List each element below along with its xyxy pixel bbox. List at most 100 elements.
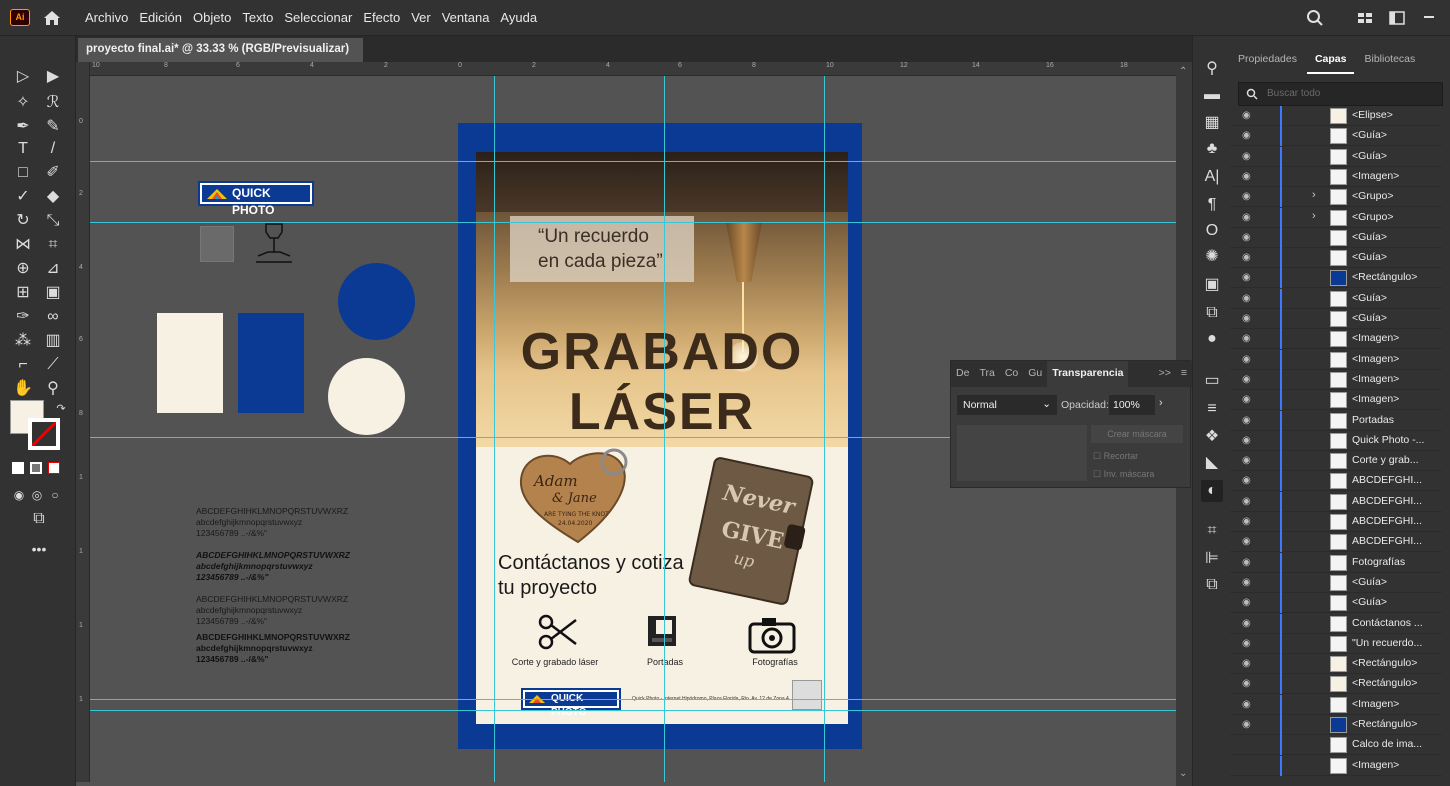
swap-colors-icon[interactable]: ↷: [50, 398, 72, 420]
type-tool-icon[interactable]: T: [12, 138, 34, 160]
layer-row[interactable]: ◉ <Rectángulo>: [1230, 268, 1442, 289]
tab-bibliotecas[interactable]: Bibliotecas: [1356, 44, 1423, 74]
transparency-panel-icon[interactable]: ◐: [1201, 480, 1223, 502]
layer-row[interactable]: ◉ <Guía>: [1230, 126, 1442, 147]
layer-row[interactable]: ◉ <Imagen>: [1230, 369, 1442, 390]
menu-archivo[interactable]: Archivo: [85, 10, 128, 25]
guide-horizontal[interactable]: [90, 710, 1176, 711]
symbols-icon[interactable]: ♣: [1201, 138, 1223, 160]
guide-vertical[interactable]: [824, 76, 825, 782]
width-tool-icon[interactable]: ⋈: [12, 234, 34, 256]
guide-horizontal[interactable]: [90, 222, 1176, 223]
screen-mode-icon[interactable]: ⧉: [28, 508, 50, 530]
symbol-sprayer-tool-icon[interactable]: ⁂: [12, 330, 34, 352]
laser-engraving-icon[interactable]: [252, 222, 296, 266]
pen-tool-icon[interactable]: ✒: [12, 116, 34, 138]
layer-row[interactable]: ◉ <Elipse>: [1230, 106, 1442, 126]
title-laser[interactable]: LÁSER: [476, 382, 848, 442]
scissors-icon[interactable]: [538, 614, 578, 650]
visibility-eye-icon[interactable]: ◉: [1242, 475, 1253, 486]
curvature-tool-icon[interactable]: ✎: [42, 116, 64, 138]
column-graph-tool-icon[interactable]: ▥: [42, 330, 64, 352]
tab-de[interactable]: De: [951, 361, 974, 387]
visibility-eye-icon[interactable]: ◉: [1242, 110, 1253, 121]
visibility-eye-icon[interactable]: ◉: [1242, 151, 1253, 162]
layer-row[interactable]: ◉ <Imagen>: [1230, 390, 1442, 411]
blend-mode-select[interactable]: Normal ⌄: [957, 395, 1057, 415]
expand-chevron-icon[interactable]: ›: [1312, 210, 1316, 222]
links-icon[interactable]: ⧉: [1201, 302, 1223, 324]
gradient-mode-icon[interactable]: [30, 462, 42, 474]
opacity-arrow-icon[interactable]: ›: [1159, 397, 1163, 409]
visibility-eye-icon[interactable]: ◉: [1242, 557, 1253, 568]
layer-row[interactable]: ◉ <Rectángulo>: [1230, 674, 1442, 695]
magic-wand-tool-icon[interactable]: ✧: [12, 92, 34, 114]
expand-chevron-icon[interactable]: ›: [1312, 189, 1316, 201]
visibility-eye-icon[interactable]: ◉: [1242, 313, 1253, 324]
layer-row[interactable]: ◉ › <Grupo>: [1230, 207, 1442, 228]
menu-ayuda[interactable]: Ayuda: [500, 10, 537, 25]
swatch-blue-circle[interactable]: [338, 263, 415, 340]
visibility-eye-icon[interactable]: ◉: [1242, 333, 1253, 344]
visibility-eye-icon[interactable]: ◉: [1242, 130, 1253, 141]
character-icon[interactable]: A|: [1201, 166, 1223, 188]
book-cover-icon[interactable]: [646, 614, 678, 648]
scroll-up-icon[interactable]: ⌃: [1179, 66, 1187, 77]
guide-vertical[interactable]: [494, 76, 495, 782]
type-specimen-bold[interactable]: ABCDEFGHIHKLMNOPQRSTUVWXRZ abcdefghijkmn…: [196, 632, 350, 665]
layer-row[interactable]: ◉ Portadas: [1230, 410, 1442, 431]
direct-selection-tool-icon[interactable]: ▶: [42, 66, 64, 88]
layer-row[interactable]: ◉ <Rectángulo>: [1230, 654, 1442, 675]
layer-row[interactable]: ◉ Quick Photo -...: [1230, 430, 1442, 451]
layer-row[interactable]: ◉ "Un recuerdo...: [1230, 633, 1442, 654]
vertical-ruler[interactable]: 0 2 4 6 8 1 1 1 1: [76, 62, 90, 782]
zoom-tool-icon[interactable]: ⚲: [42, 378, 64, 400]
appearance-icon[interactable]: ✺: [1201, 246, 1223, 268]
hand-tool-icon[interactable]: ✋: [12, 378, 34, 400]
menu-objeto[interactable]: Objeto: [193, 10, 231, 25]
visibility-eye-icon[interactable]: ◉: [1242, 516, 1253, 527]
align-icon[interactable]: ⊫: [1201, 548, 1223, 570]
rotate-tool-icon[interactable]: ↻: [12, 210, 34, 232]
slice-tool-icon[interactable]: ⟋: [42, 354, 64, 376]
visibility-eye-icon[interactable]: ◉: [1242, 699, 1253, 710]
clip-checkbox[interactable]: ☐ Recortar: [1093, 451, 1138, 462]
home-icon[interactable]: [42, 8, 62, 28]
layer-row[interactable]: ◉ ABCDEFGHI...: [1230, 532, 1442, 553]
color-mode-icon[interactable]: [12, 462, 24, 474]
asset-export-icon[interactable]: ▣: [1201, 274, 1223, 296]
line-tool-icon[interactable]: /: [42, 138, 64, 160]
scroll-down-icon[interactable]: ⌄: [1179, 768, 1187, 779]
layer-row[interactable]: ◉ <Guía>: [1230, 288, 1442, 309]
layers-search-input[interactable]: Buscar todo: [1238, 82, 1443, 106]
pathfinder-icon[interactable]: ⧉: [1201, 574, 1223, 596]
menu-ventana[interactable]: Ventana: [442, 10, 490, 25]
workspace-icon[interactable]: [1356, 9, 1374, 27]
draw-inside-icon[interactable]: ○: [44, 484, 66, 506]
invert-mask-checkbox[interactable]: ☐ Inv. máscara: [1093, 469, 1154, 480]
type-specimen-bold-italic[interactable]: ABCDEFGHIHKLMNOPQRSTUVWXRZ abcdefghijkmn…: [196, 550, 350, 583]
layer-row[interactable]: ◉ <Rectángulo>: [1230, 715, 1442, 735]
heart-tag-image[interactable]: Adam & Jane ARE TYING THE KNOT 24.04.202…: [514, 446, 642, 546]
layer-row[interactable]: ◉ <Guía>: [1230, 227, 1442, 248]
tab-tra[interactable]: Tra: [974, 361, 999, 387]
visibility-eye-icon[interactable]: ◉: [1242, 252, 1253, 263]
visibility-eye-icon[interactable]: ◉: [1242, 293, 1253, 304]
layer-row[interactable]: ◉ Corte y grab...: [1230, 451, 1442, 472]
visibility-eye-icon[interactable]: ◉: [1242, 638, 1253, 649]
eyedropper-tool-icon[interactable]: ✑: [12, 306, 34, 328]
quote-box[interactable]: “Un recuerdo en cada pieza”: [510, 216, 694, 282]
color-icon[interactable]: ●: [1201, 328, 1223, 350]
layer-row[interactable]: ◉ <Guía>: [1230, 146, 1442, 167]
visibility-eye-icon[interactable]: ◉: [1242, 658, 1253, 669]
visibility-eye-icon[interactable]: ◉: [1242, 435, 1253, 446]
perspective-grid-tool-icon[interactable]: ⊿: [42, 258, 64, 280]
visibility-eye-icon[interactable]: ◉: [1242, 577, 1253, 588]
visibility-eye-icon[interactable]: ◉: [1242, 191, 1253, 202]
search-icon[interactable]: [1306, 9, 1324, 27]
minimize-icon[interactable]: [1424, 16, 1434, 18]
color-guide-icon[interactable]: ❖: [1201, 426, 1223, 448]
document-tab[interactable]: proyecto final.ai* @ 33.33 % (RGB/Previs…: [78, 38, 363, 77]
visibility-eye-icon[interactable]: ◉: [1242, 212, 1253, 223]
stroke-swatch[interactable]: [28, 418, 60, 450]
